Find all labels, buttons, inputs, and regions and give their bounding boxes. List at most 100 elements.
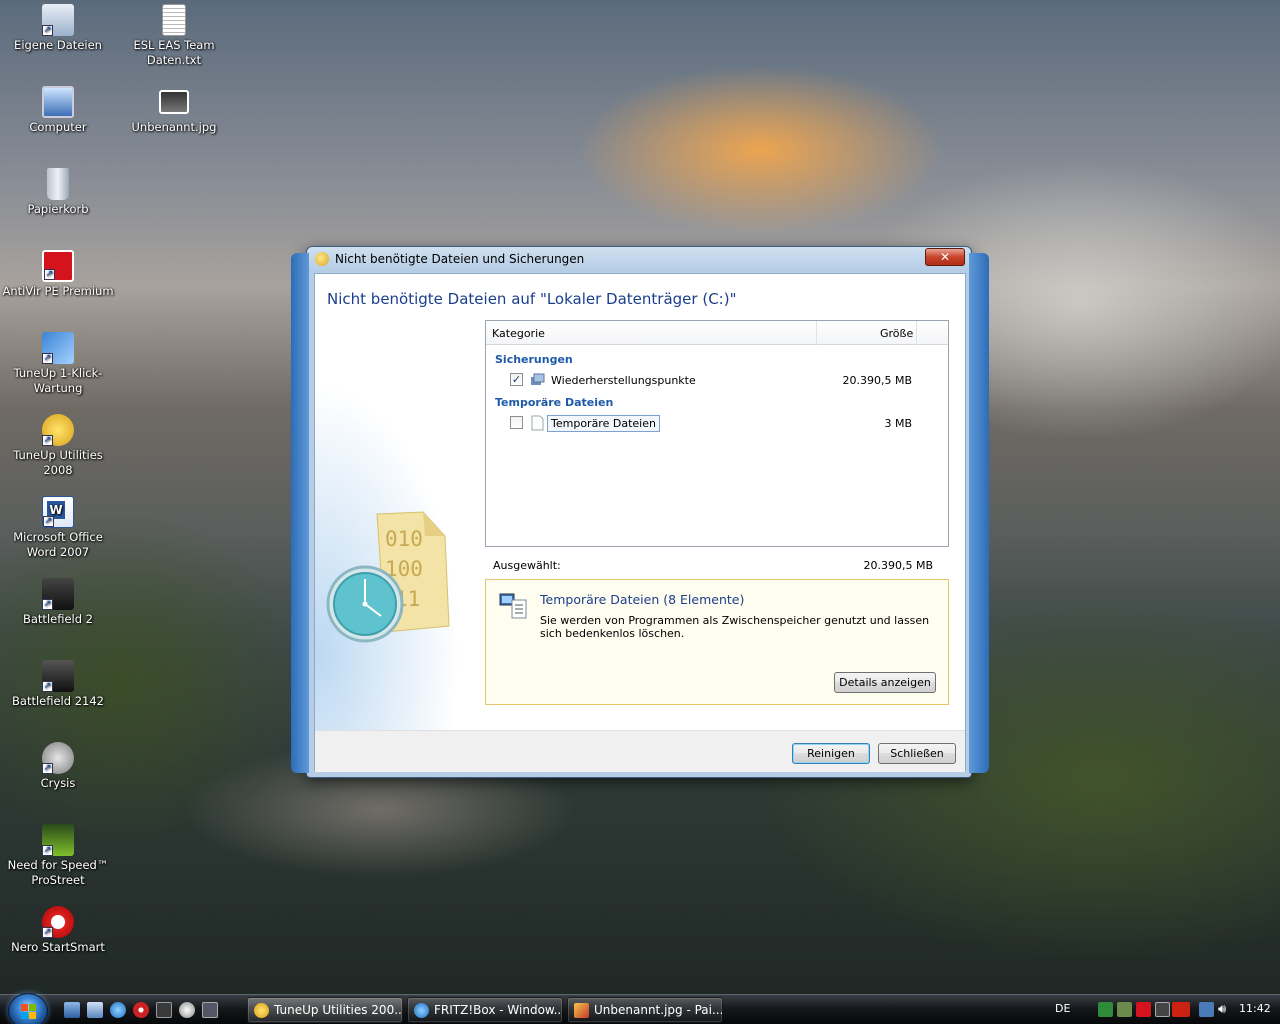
desktop-icon-battlefield2[interactable]: ➚ Battlefield 2 xyxy=(0,578,116,627)
desktop-icon-label: Battlefield 2 xyxy=(22,612,93,626)
antivir-tray-icon[interactable] xyxy=(1136,1002,1151,1017)
volume-icon[interactable]: 🔊︎ xyxy=(1218,1002,1233,1017)
dialog-heading: Nicht benötigte Dateien auf "Lokaler Dat… xyxy=(327,290,737,308)
column-divider[interactable] xyxy=(916,321,917,345)
selected-label: Ausgewählt: xyxy=(493,559,561,572)
desktop-icon-eigene-dateien[interactable]: ➚ Eigene Dateien xyxy=(0,4,116,53)
item-size: 3 MB xyxy=(884,417,912,430)
clean-button[interactable]: Reinigen xyxy=(792,743,870,764)
column-header-category[interactable]: Kategorie xyxy=(492,327,545,340)
close-dialog-button[interactable]: Schließen xyxy=(878,743,956,764)
tray-icon[interactable] xyxy=(1117,1002,1132,1017)
show-desktop-icon[interactable] xyxy=(64,1002,80,1018)
column-header-size[interactable]: Größe xyxy=(880,327,913,340)
steam-alt-icon[interactable] xyxy=(179,1002,195,1018)
battlefield2142-icon: ➚ xyxy=(42,660,74,692)
image-file-icon xyxy=(159,90,189,114)
task-fritzbox[interactable]: FRITZ!Box - Window... xyxy=(407,997,563,1023)
tuneup-icon xyxy=(315,252,329,266)
computer-icon xyxy=(42,86,74,118)
task-paint[interactable]: Unbenannt.jpg - Pai... xyxy=(567,997,723,1023)
antivir-icon: ➚ xyxy=(42,250,74,282)
steam-icon[interactable] xyxy=(156,1002,172,1018)
language-indicator[interactable]: DE xyxy=(1055,1002,1070,1015)
info-description: Sie werden von Programmen als Zwischensp… xyxy=(540,614,930,640)
svg-text:010: 010 xyxy=(385,527,423,551)
desktop-icon-label: Need for Speed™ ProStreet xyxy=(7,858,109,887)
group-label-sicherungen: Sicherungen xyxy=(495,353,573,366)
desktop-icon-tuneup-oneclick[interactable]: ➚ TuneUp 1-Klick-Wartung xyxy=(0,332,116,396)
desktop-icon-unbenannt-jpg[interactable]: Unbenannt.jpg xyxy=(116,86,232,135)
paint-icon xyxy=(574,1003,589,1018)
item-label: Temporäre Dateien xyxy=(547,415,660,432)
desktop-icon-label: Papierkorb xyxy=(27,202,89,216)
task-label: TuneUp Utilities 200... xyxy=(274,1003,403,1017)
desktop-icon-crysis[interactable]: ➚ Crysis xyxy=(0,742,116,791)
crysis-icon: ➚ xyxy=(42,742,74,774)
item-label: Wiederherstellungspunkte xyxy=(551,374,696,387)
desktop-icon-nero[interactable]: ➚ Nero StartSmart xyxy=(0,906,116,955)
list-header: Kategorie Größe xyxy=(486,321,948,345)
desktop-icon-tuneup-2008[interactable]: ➚ TuneUp Utilities 2008 xyxy=(0,414,116,478)
info-panel: Temporäre Dateien (8 Elemente) Sie werde… xyxy=(485,579,949,705)
switch-windows-icon[interactable] xyxy=(87,1002,103,1018)
list-item[interactable]: Temporäre Dateien 3 MB xyxy=(486,413,948,433)
tray-icon[interactable] xyxy=(1155,1002,1170,1017)
cleanup-list[interactable]: Kategorie Größe Sicherungen ✓ Wiederhers… xyxy=(485,320,949,547)
dialog-client-area: 010 100 11 Nicht benötigte Dateien auf "… xyxy=(314,273,966,772)
desktop-icon-label: Nero StartSmart xyxy=(11,940,105,954)
dialog-footer: Reinigen Schließen xyxy=(315,730,965,772)
desktop-icon-antivir[interactable]: ➚ AntiVir PE Premium xyxy=(0,250,116,299)
word-icon: W ➚ xyxy=(42,496,74,528)
task-tuneup[interactable]: TuneUp Utilities 200... xyxy=(247,997,403,1023)
restore-point-icon xyxy=(530,372,545,387)
taskbar: TuneUp Utilities 200... FRITZ!Box - Wind… xyxy=(0,993,1280,1024)
text-file-icon xyxy=(162,4,186,36)
close-button[interactable]: ✕ xyxy=(925,248,965,266)
recycle-bin-icon xyxy=(47,168,69,200)
desktop-icon-battlefield2142[interactable]: ➚ Battlefield 2142 xyxy=(0,660,116,709)
temp-file-icon xyxy=(530,415,544,431)
checkbox-wiederherstellungspunkte[interactable]: ✓ xyxy=(510,373,523,386)
ati-tray-icon[interactable] xyxy=(1172,1002,1190,1017)
headset-icon[interactable] xyxy=(202,1002,218,1018)
network-tray-icon[interactable] xyxy=(1098,1002,1113,1017)
desktop-icon-label: Crysis xyxy=(40,776,76,790)
network-connection-icon[interactable] xyxy=(1199,1002,1214,1017)
window-frame-right xyxy=(969,253,989,773)
nero-quicklaunch-icon[interactable] xyxy=(133,1002,149,1018)
battlefield2-icon: ➚ xyxy=(42,578,74,610)
checkbox-temporaere-dateien[interactable] xyxy=(510,416,523,429)
group-label-temporaere-dateien: Temporäre Dateien xyxy=(495,396,614,409)
desktop-icon-computer[interactable]: Computer xyxy=(0,86,116,135)
list-item[interactable]: ✓ Wiederherstellungspunkte 20.390,5 MB xyxy=(486,370,948,390)
tuneup-icon xyxy=(254,1003,269,1018)
tuneup-icon: ➚ xyxy=(42,414,74,446)
cleanup-illustration: 010 100 11 xyxy=(315,274,475,730)
desktop-icon-label: TuneUp Utilities 2008 xyxy=(13,448,103,477)
item-size: 20.390,5 MB xyxy=(842,374,912,387)
desktop-icon-label: Computer xyxy=(29,120,87,134)
internet-explorer-icon[interactable] xyxy=(110,1002,126,1018)
desktop-icon-label: Eigene Dateien xyxy=(14,38,102,52)
clock-document-illustration: 010 100 11 xyxy=(326,511,450,643)
nero-icon: ➚ xyxy=(42,906,74,938)
column-divider[interactable] xyxy=(816,321,817,345)
documents-computer-icon xyxy=(498,590,530,620)
dialog-titlebar[interactable]: Nicht benötigte Dateien und Sicherungen … xyxy=(307,247,971,271)
tuneup-oneclick-icon: ➚ xyxy=(42,332,74,364)
cleanup-dialog: Nicht benötigte Dateien und Sicherungen … xyxy=(291,246,989,778)
desktop-icon-label: Unbenannt.jpg xyxy=(131,120,217,134)
internet-explorer-icon xyxy=(414,1003,429,1018)
task-label: FRITZ!Box - Window... xyxy=(434,1003,563,1017)
desktop-icon-esl-txt[interactable]: ESL EAS Team Daten.txt xyxy=(116,4,232,68)
nfs-icon: ➚ xyxy=(42,824,74,856)
clock[interactable]: 11:42 xyxy=(1239,1002,1271,1015)
desktop-icon-word[interactable]: W ➚ Microsoft Office Word 2007 xyxy=(0,496,116,560)
details-button[interactable]: Details anzeigen xyxy=(834,672,936,693)
info-title: Temporäre Dateien (8 Elemente) xyxy=(540,592,745,607)
start-button[interactable] xyxy=(8,993,48,1024)
task-label: Unbenannt.jpg - Pai... xyxy=(594,1003,723,1017)
desktop-icon-papierkorb[interactable]: Papierkorb xyxy=(0,168,116,217)
desktop-icon-nfs[interactable]: ➚ Need for Speed™ ProStreet xyxy=(0,824,116,888)
